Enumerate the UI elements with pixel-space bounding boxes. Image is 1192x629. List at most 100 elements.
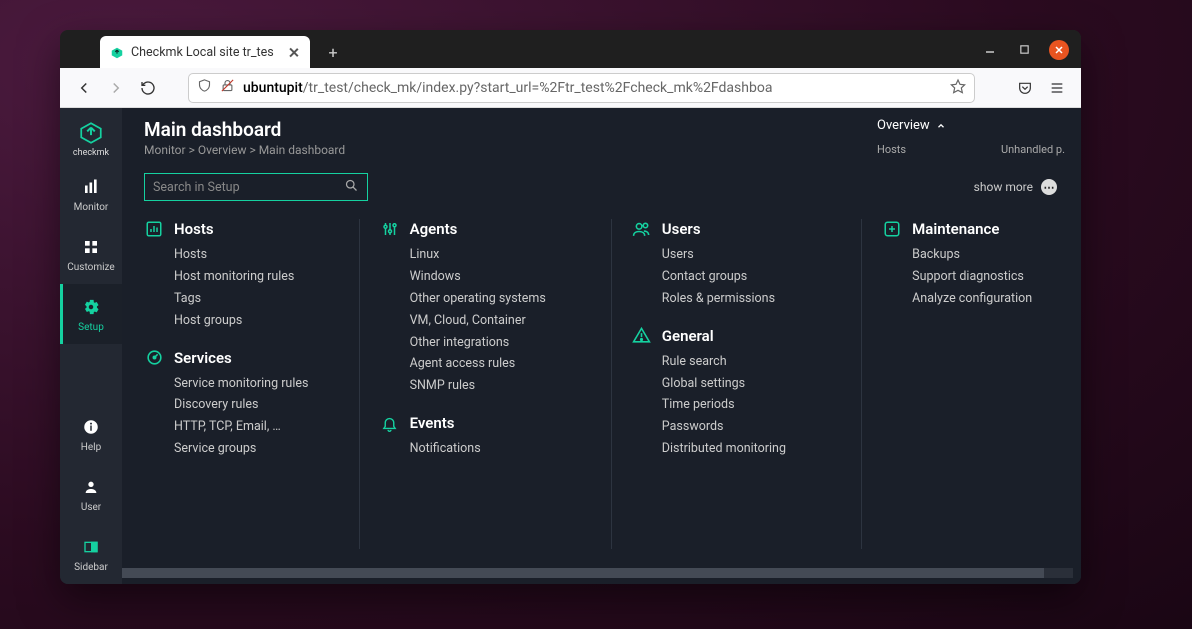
maximize-button[interactable] bbox=[1015, 40, 1033, 58]
users-icon bbox=[632, 219, 652, 239]
overview-toggle[interactable]: Overview bbox=[877, 118, 1065, 133]
sidebar-label: Sidebar bbox=[74, 562, 108, 573]
category-title: Users bbox=[662, 220, 701, 238]
sidebar-item-monitor[interactable]: Monitor bbox=[60, 164, 122, 224]
overview-col-hosts: Hosts bbox=[877, 143, 906, 156]
setup-link[interactable]: Host groups bbox=[174, 313, 339, 330]
app-logo[interactable]: checkmk bbox=[60, 114, 122, 164]
minimize-button[interactable] bbox=[981, 40, 999, 58]
user-icon bbox=[80, 476, 102, 498]
page-title: Main dashboard bbox=[144, 118, 345, 141]
brand-label: checkmk bbox=[73, 148, 109, 158]
setup-link[interactable]: Discovery rules bbox=[174, 397, 339, 414]
breadcrumbs: Monitor > Overview > Main dashboard bbox=[144, 143, 345, 157]
setup-link[interactable]: Notifications bbox=[410, 441, 591, 458]
setup-link[interactable]: Linux bbox=[410, 247, 591, 264]
sidebar-label: Help bbox=[81, 442, 101, 453]
overview-panel: Overview Hosts Unhandled p. bbox=[861, 108, 1081, 166]
horizontal-scrollbar[interactable] bbox=[122, 568, 1073, 578]
gear-icon bbox=[80, 296, 102, 318]
setup-link[interactable]: Agent access rules bbox=[410, 356, 591, 373]
category-title: Maintenance bbox=[912, 220, 999, 238]
setup-search-input[interactable] bbox=[153, 180, 344, 195]
show-more-label: show more bbox=[974, 180, 1033, 194]
sidebar-label: User bbox=[81, 502, 101, 513]
plus-icon bbox=[882, 219, 902, 239]
forward-button[interactable] bbox=[104, 76, 128, 100]
setup-column: Agents Linux Windows Other operating system… bbox=[380, 219, 611, 549]
setup-link[interactable]: Support diagnostics bbox=[912, 269, 1039, 286]
star-icon[interactable] bbox=[950, 78, 966, 98]
chevron-up-icon bbox=[936, 121, 946, 131]
sidebar-item-user[interactable]: User bbox=[60, 464, 122, 524]
scrollbar-thumb[interactable] bbox=[122, 568, 1044, 578]
lock-warning-icon[interactable] bbox=[220, 78, 235, 97]
url-text: ubuntupit/tr_test/check_mk/index.py?star… bbox=[243, 80, 942, 96]
setup-search-box[interactable] bbox=[144, 173, 368, 201]
setup-link[interactable]: Other integrations bbox=[410, 335, 591, 352]
category-title: General bbox=[662, 327, 714, 345]
setup-content: show more ⋯ HostsHostsHost monitoring ru… bbox=[122, 163, 1081, 584]
setup-link[interactable]: VM, Cloud, Container bbox=[410, 313, 591, 330]
overview-col-unhandled: Unhandled p. bbox=[1001, 143, 1065, 156]
ellipsis-icon: ⋯ bbox=[1041, 179, 1057, 195]
pocket-icon[interactable] bbox=[1013, 76, 1037, 100]
setup-link[interactable]: Global settings bbox=[662, 376, 841, 393]
setup-category: EventsNotifications bbox=[380, 413, 591, 458]
setup-link[interactable]: Service groups bbox=[174, 441, 339, 458]
breadcrumb-item: Main dashboard bbox=[259, 143, 345, 157]
chart-icon bbox=[144, 219, 164, 239]
setup-column: Maintenance Backups Support diagnostics Ana… bbox=[882, 219, 1059, 549]
breadcrumb-item[interactable]: Overview bbox=[198, 143, 247, 157]
setup-link[interactable]: Host monitoring rules bbox=[174, 269, 339, 286]
setup-link[interactable]: Other operating systems bbox=[410, 291, 591, 308]
setup-column: HostsHostsHost monitoring rulesTagsHost … bbox=[144, 219, 359, 549]
info-icon bbox=[80, 416, 102, 438]
sidebar-item-sidebar[interactable]: Sidebar bbox=[60, 524, 122, 584]
setup-link[interactable]: HTTP, TCP, Email, … bbox=[174, 419, 339, 436]
sidebar-item-setup[interactable]: Setup bbox=[60, 284, 122, 344]
setup-link[interactable]: Time periods bbox=[662, 397, 841, 414]
setup-link[interactable]: Distributed monitoring bbox=[662, 441, 841, 458]
back-button[interactable] bbox=[72, 76, 96, 100]
setup-link[interactable]: Windows bbox=[410, 269, 591, 286]
setup-link[interactable]: Rule search bbox=[662, 354, 841, 371]
window-controls bbox=[981, 40, 1069, 60]
warning-icon bbox=[632, 326, 652, 346]
bar-chart-icon bbox=[80, 176, 102, 198]
sidebar-toggle-icon bbox=[80, 536, 102, 558]
search-icon[interactable] bbox=[344, 178, 359, 197]
gauge-icon bbox=[144, 348, 164, 368]
category-title: Agents bbox=[410, 220, 458, 238]
address-bar: ubuntupit/tr_test/check_mk/index.py?star… bbox=[60, 68, 1081, 108]
setup-link[interactable]: Backups bbox=[912, 247, 1039, 264]
setup-link[interactable]: Roles & permissions bbox=[662, 291, 841, 308]
sidebar-item-help[interactable]: Help bbox=[60, 404, 122, 464]
setup-column: Users Users Contact groups Roles & permissi… bbox=[632, 219, 861, 549]
hamburger-menu-icon[interactable] bbox=[1045, 76, 1069, 100]
close-tab-icon[interactable] bbox=[287, 46, 300, 59]
setup-link[interactable]: Tags bbox=[174, 291, 339, 308]
reload-button[interactable] bbox=[136, 76, 160, 100]
url-box[interactable]: ubuntupit/tr_test/check_mk/index.py?star… bbox=[188, 73, 975, 103]
setup-link[interactable]: Passwords bbox=[662, 419, 841, 436]
show-more-button[interactable]: show more ⋯ bbox=[974, 179, 1057, 195]
shield-icon[interactable] bbox=[197, 78, 212, 97]
close-window-button[interactable] bbox=[1049, 40, 1069, 60]
setup-category: General Rule search Global settings Time pe… bbox=[632, 326, 841, 458]
category-title: Services bbox=[174, 349, 232, 367]
tab-title: Checkmk Local site tr_tes bbox=[131, 45, 280, 60]
sliders-icon bbox=[380, 219, 400, 239]
setup-link[interactable]: Service monitoring rules bbox=[174, 376, 339, 393]
setup-link[interactable]: SNMP rules bbox=[410, 378, 591, 395]
new-tab-button[interactable]: + bbox=[320, 39, 346, 65]
setup-link[interactable]: Hosts bbox=[174, 247, 339, 264]
sidebar-item-customize[interactable]: Customize bbox=[60, 224, 122, 284]
breadcrumb-item[interactable]: Monitor bbox=[144, 143, 186, 157]
setup-link[interactable]: Users bbox=[662, 247, 841, 264]
setup-category: HostsHostsHost monitoring rulesTagsHost … bbox=[144, 219, 339, 330]
browser-tab[interactable]: Checkmk Local site tr_tes bbox=[100, 36, 310, 68]
setup-link[interactable]: Contact groups bbox=[662, 269, 841, 286]
setup-link[interactable]: Analyze configuration bbox=[912, 291, 1039, 308]
sidebar-label: Setup bbox=[78, 322, 104, 333]
